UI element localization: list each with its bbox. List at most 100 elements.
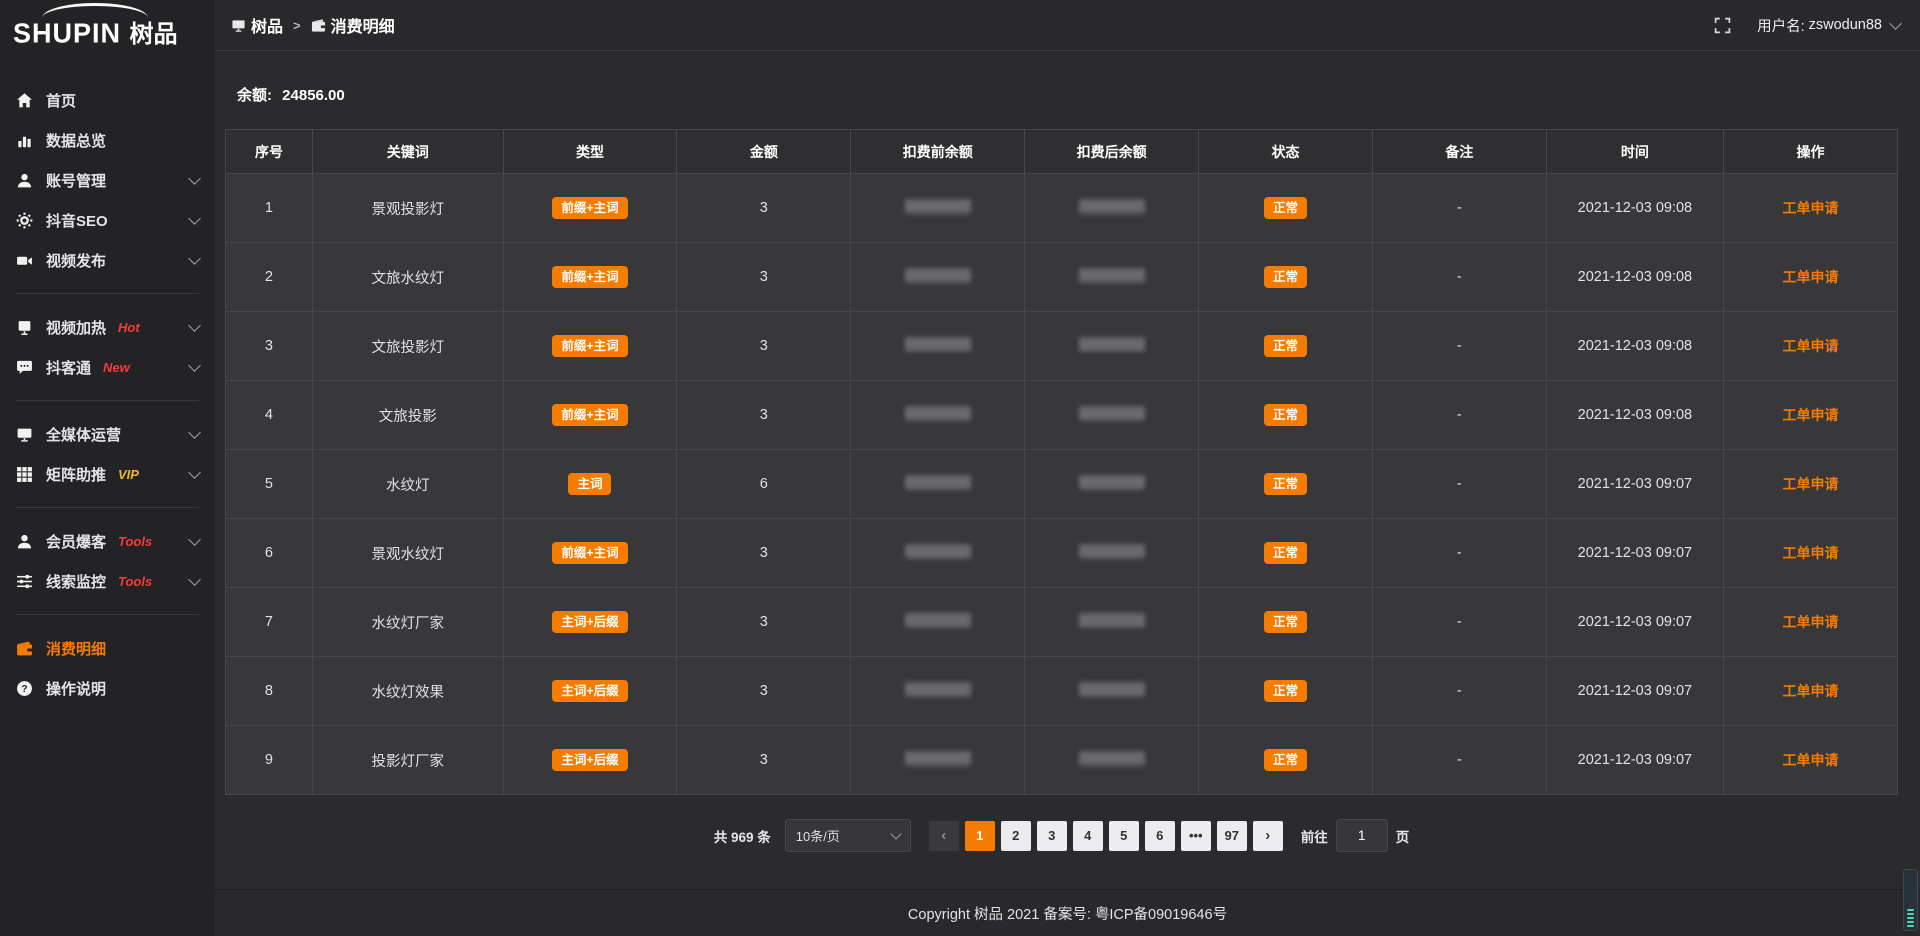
column-header: 关键词 xyxy=(312,130,503,174)
cell-type: 前缀+主词 xyxy=(503,519,677,588)
ticket-apply-link[interactable]: 工单申请 xyxy=(1783,476,1839,492)
sidebar-item-clue-monitor[interactable]: 线索监控Tools xyxy=(0,561,215,601)
column-header: 备注 xyxy=(1372,130,1546,174)
page-button-97[interactable]: 97 xyxy=(1217,821,1247,851)
type-badge: 前缀+主词 xyxy=(552,335,627,358)
ticket-apply-link[interactable]: 工单申请 xyxy=(1783,407,1839,423)
cell-index: 5 xyxy=(226,450,313,519)
sidebar-item-douyin-seo[interactable]: 抖音SEO xyxy=(0,200,215,240)
ticket-apply-link[interactable]: 工单申请 xyxy=(1783,545,1839,561)
sidebar-item-matrix-boost[interactable]: 矩阵助推VIP xyxy=(0,454,215,494)
page-button-5[interactable]: 5 xyxy=(1109,821,1139,851)
cell-index: 2 xyxy=(226,243,313,312)
redacted-balance xyxy=(905,544,971,559)
sidebar-item-label: 账号管理 xyxy=(46,170,106,191)
next-page-button[interactable]: › xyxy=(1253,821,1283,851)
cell-post-balance xyxy=(1025,657,1199,726)
consumption-table: 序号关键词类型金额扣费前余额扣费后余额状态备注时间操作 1景观投影灯前缀+主词3… xyxy=(225,129,1898,795)
cell-pre-balance xyxy=(851,174,1025,243)
ticket-apply-link[interactable]: 工单申请 xyxy=(1783,269,1839,285)
cell-post-balance xyxy=(1025,174,1199,243)
nav-badge: VIP xyxy=(118,467,139,482)
cell-action: 工单申请 xyxy=(1724,726,1898,795)
page-button-1[interactable]: 1 xyxy=(965,821,995,851)
sidebar-item-member-burst[interactable]: 会员爆客Tools xyxy=(0,521,215,561)
ticket-apply-link[interactable]: 工单申请 xyxy=(1783,752,1839,768)
sidebar-item-douketong[interactable]: 抖客通New xyxy=(0,347,215,387)
sidebar-divider xyxy=(16,400,199,401)
cell-status: 正常 xyxy=(1199,450,1373,519)
top-header: 树品 > 消费明细 用户名: zswodun88 xyxy=(215,0,1920,51)
status-badge: 正常 xyxy=(1264,266,1307,289)
status-badge: 正常 xyxy=(1264,473,1307,496)
sidebar-item-account-manage[interactable]: 账号管理 xyxy=(0,160,215,200)
sidebar-item-operation-guide[interactable]: ?操作说明 xyxy=(0,668,215,708)
goto-page-input[interactable] xyxy=(1336,819,1388,852)
grid-icon xyxy=(16,466,33,483)
status-badge: 正常 xyxy=(1264,404,1307,427)
chevron-down-icon xyxy=(188,172,201,185)
sidebar-item-video-heat[interactable]: 视频加热Hot xyxy=(0,307,215,347)
redacted-balance xyxy=(905,682,971,697)
column-header: 状态 xyxy=(1199,130,1373,174)
sidebar-divider xyxy=(16,614,199,615)
ticket-apply-link[interactable]: 工单申请 xyxy=(1783,683,1839,699)
table-row: 6景观水纹灯前缀+主词3正常-2021-12-03 09:07工单申请 xyxy=(226,519,1898,588)
cell-pre-balance xyxy=(851,588,1025,657)
cell-pre-balance xyxy=(851,243,1025,312)
sidebar-item-label: 消费明细 xyxy=(46,638,106,659)
total-count: 共 969 条 xyxy=(714,826,771,846)
sidebar-item-data-overview[interactable]: 数据总览 xyxy=(0,120,215,160)
sidebar-item-label: 数据总览 xyxy=(46,130,106,151)
page-button-6[interactable]: 6 xyxy=(1145,821,1175,851)
redacted-balance xyxy=(1079,199,1145,214)
screen-icon xyxy=(231,18,246,33)
chat-icon xyxy=(16,359,33,376)
page-button-3[interactable]: 3 xyxy=(1037,821,1067,851)
username-value: zswodun88 xyxy=(1809,17,1882,33)
redacted-balance xyxy=(905,268,971,283)
column-header: 序号 xyxy=(226,130,313,174)
sidebar-item-label: 操作说明 xyxy=(46,678,106,699)
column-header: 类型 xyxy=(503,130,677,174)
cell-pre-balance xyxy=(851,450,1025,519)
column-header: 时间 xyxy=(1546,130,1723,174)
ticket-apply-link[interactable]: 工单申请 xyxy=(1783,614,1839,630)
ticket-apply-link[interactable]: 工单申请 xyxy=(1783,338,1839,354)
sidebar-item-label: 线索监控 xyxy=(46,571,106,592)
cell-post-balance xyxy=(1025,381,1199,450)
cell-status: 正常 xyxy=(1199,243,1373,312)
corner-widget[interactable] xyxy=(1903,869,1918,931)
type-badge: 前缀+主词 xyxy=(552,197,627,220)
cell-pre-balance xyxy=(851,381,1025,450)
page-button-2[interactable]: 2 xyxy=(1001,821,1031,851)
sidebar-item-label: 抖客通 xyxy=(46,357,91,378)
page-footer: Copyright 树品 2021 备案号: 粤ICP备09019646号 xyxy=(215,889,1920,936)
redacted-balance xyxy=(905,475,971,490)
sidebar-divider xyxy=(16,507,199,508)
cell-pre-balance xyxy=(851,312,1025,381)
cell-index: 6 xyxy=(226,519,313,588)
redacted-balance xyxy=(1079,682,1145,697)
header-right: 用户名: zswodun88 xyxy=(1714,15,1900,36)
sidebar-item-home[interactable]: 首页 xyxy=(0,80,215,120)
cell-post-balance xyxy=(1025,519,1199,588)
cell-status: 正常 xyxy=(1199,726,1373,795)
fullscreen-icon[interactable] xyxy=(1714,17,1731,34)
sidebar-nav: 首页数据总览账号管理抖音SEO视频发布视频加热Hot抖客通New 全媒体运营矩阵助… xyxy=(0,72,215,708)
page-button-4[interactable]: 4 xyxy=(1073,821,1103,851)
prev-page-button[interactable]: ‹ xyxy=(929,821,959,851)
page-ellipsis-button[interactable]: ••• xyxy=(1181,821,1211,851)
goto-unit: 页 xyxy=(1396,826,1410,846)
breadcrumb: 树品 > 消费明细 xyxy=(231,13,395,37)
breadcrumb-item-root[interactable]: 树品 xyxy=(251,13,283,37)
user-menu[interactable]: 用户名: zswodun88 xyxy=(1757,15,1900,36)
sidebar-item-video-publish[interactable]: 视频发布 xyxy=(0,240,215,280)
status-badge: 正常 xyxy=(1264,680,1307,703)
sidebar-item-consume-detail[interactable]: 消费明细 xyxy=(0,628,215,668)
sidebar-item-media-operation[interactable]: 全媒体运营 xyxy=(0,414,215,454)
page-size-select[interactable]: 10条/页 xyxy=(785,819,911,852)
chevron-down-icon xyxy=(890,828,901,839)
ticket-apply-link[interactable]: 工单申请 xyxy=(1783,200,1839,216)
balance-value: 24856.00 xyxy=(282,87,345,104)
